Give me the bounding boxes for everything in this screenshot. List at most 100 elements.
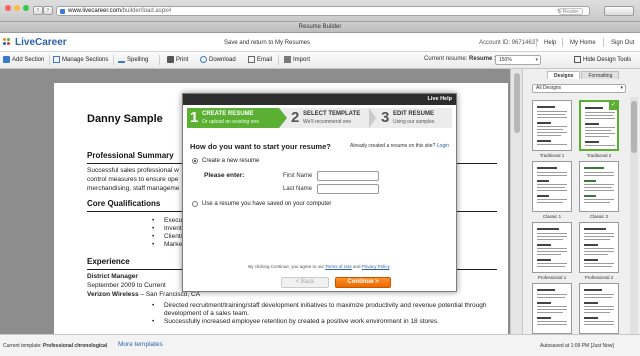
minimize-window-icon[interactable]: [14, 5, 20, 11]
save-return-link[interactable]: Save and return to My Resumes: [224, 40, 310, 46]
qualifications-heading[interactable]: Core Qualifications: [87, 199, 160, 208]
spelling-button[interactable]: Spelling: [118, 56, 148, 63]
experience-heading[interactable]: Experience: [87, 257, 130, 266]
template-caption: Classic 2: [589, 214, 609, 219]
create-new-label[interactable]: Create a new resume: [202, 158, 259, 164]
livecareer-logo[interactable]: LiveCareer: [3, 36, 67, 49]
job-bullet-continued[interactable]: development of a sales team.: [164, 310, 249, 317]
last-name-field[interactable]: [317, 184, 379, 194]
step-subtitle: We'll recommend one: [303, 119, 352, 125]
autosave-status: Autosaved at 1:09 PM [Just Now]: [540, 343, 614, 349]
sign-out-link[interactable]: Sign Out: [611, 40, 634, 46]
employer-location: – San Francisco, CA: [138, 291, 201, 298]
employer-line[interactable]: Verizon Wireless – San Francisco, CA: [87, 291, 200, 298]
template-thumbnail[interactable]: [579, 161, 619, 212]
first-name-field[interactable]: [317, 171, 379, 181]
template-thumbnail[interactable]: [579, 283, 619, 334]
step-create-resume: 1 CREATE RESUME Or upload an existing on…: [187, 108, 279, 128]
window-title: Resume Builder: [0, 22, 640, 33]
sidebar-toggle-button[interactable]: [604, 6, 634, 16]
employer-name: Verizon Wireless: [87, 291, 139, 298]
use-saved-radio[interactable]: [192, 201, 198, 207]
step-title: SELECT TEMPLATE: [303, 111, 361, 117]
current-resume-value: Resume 1: [469, 56, 498, 62]
scrollbar-thumb[interactable]: [631, 101, 637, 153]
scrollbar-thumb[interactable]: [514, 73, 520, 133]
back-button[interactable]: < Back: [281, 277, 329, 288]
site-icon: [60, 9, 65, 14]
chevron-down-icon: ▾: [620, 85, 623, 91]
template-caption: Classic 1: [542, 214, 562, 219]
job-bullet[interactable]: Directed recruitment/training/staff deve…: [152, 302, 487, 309]
template-thumbnail[interactable]: [579, 222, 619, 273]
address-bar[interactable]: www.livecareer.com/builder/load.aspx# ↻ …: [56, 6, 590, 16]
add-section-button[interactable]: Add Section: [3, 56, 44, 63]
privacy-link[interactable]: Privacy Policy: [362, 264, 390, 269]
status-bar: Current template: Professional chronolog…: [0, 334, 640, 356]
account-id: Account ID: 96714637: [479, 40, 539, 46]
download-button[interactable]: Download: [200, 56, 236, 63]
template-caption: Professional 1: [537, 275, 567, 280]
dialog-question: How do you want to start your resume?: [190, 142, 331, 151]
job-bullet[interactable]: Successfully increased employee retentio…: [152, 318, 439, 325]
list-icon: [53, 56, 60, 63]
url-text: www.livecareer.com/builder/load.aspx#: [68, 8, 172, 14]
my-home-link[interactable]: My Home: [570, 40, 596, 46]
resume-name[interactable]: Danny Sample: [87, 113, 163, 125]
continue-button[interactable]: Continue >: [335, 277, 391, 288]
design-panel-scrollbar[interactable]: [630, 97, 638, 334]
current-resume-label: Current resume: Resume 1: [424, 56, 498, 62]
job-dates[interactable]: September 2009 to Current: [87, 282, 166, 289]
template-thumbnail-selected[interactable]: ✓: [579, 100, 619, 151]
add-icon: [3, 56, 10, 63]
checkmark-icon: ✓: [609, 102, 617, 110]
print-button[interactable]: Print: [167, 56, 188, 63]
zoom-value: 150%: [499, 57, 512, 63]
template-thumbnail[interactable]: [532, 161, 572, 212]
please-enter-label: Please enter:: [204, 172, 245, 179]
app-header: LiveCareer Save and return to My Resumes…: [0, 33, 640, 52]
tab-formatting[interactable]: Formatting: [581, 71, 620, 79]
terms-link[interactable]: Terms of Use: [325, 264, 352, 269]
live-help-link[interactable]: Live Help: [428, 96, 452, 102]
import-button[interactable]: Import: [284, 56, 310, 63]
tab-designs[interactable]: Designs: [547, 71, 581, 79]
zoom-select[interactable]: 150% ▾: [495, 55, 541, 65]
printer-icon: [167, 56, 174, 63]
login-link[interactable]: Login: [437, 143, 449, 149]
email-button[interactable]: Email: [248, 56, 272, 63]
current-template-value: Professional chronological: [43, 343, 108, 349]
logo-dots-icon: [3, 37, 13, 48]
manage-sections-button[interactable]: Manage Sections: [53, 56, 108, 63]
summary-line[interactable]: merchandising, staff manageme: [87, 185, 179, 192]
template-thumbnail[interactable]: [532, 222, 572, 273]
more-templates-link[interactable]: More templates: [118, 341, 163, 348]
design-panel-tabs: Designs Formatting: [547, 71, 620, 79]
editor-toolbar: Add Section Manage Sections Spelling Pri…: [0, 52, 640, 69]
wizard-steps: 1 CREATE RESUME Or upload an existing on…: [187, 108, 452, 128]
design-filter-select[interactable]: All Designs ▾: [532, 84, 626, 93]
back-nav-icon[interactable]: ‹: [33, 6, 43, 15]
help-link[interactable]: Help: [544, 40, 556, 46]
envelope-icon: [248, 56, 255, 63]
template-thumbnail[interactable]: [532, 100, 572, 151]
summary-line[interactable]: Successful sales professional w: [87, 167, 179, 174]
use-saved-label[interactable]: Use a resume you have saved on your comp…: [202, 201, 331, 207]
create-new-radio[interactable]: [192, 158, 198, 164]
template-caption: Traditional 1: [539, 153, 565, 158]
template-thumbnail[interactable]: [532, 283, 572, 334]
step-subtitle: Or upload an existing one: [202, 119, 259, 125]
workspace-scrollbar[interactable]: [510, 69, 522, 334]
step-number: 3: [381, 109, 390, 126]
logo-text: LiveCareer: [15, 37, 67, 48]
zoom-window-icon[interactable]: [23, 5, 29, 11]
summary-heading[interactable]: Professional Summary: [87, 151, 174, 160]
last-name-label: Last Name: [283, 186, 313, 192]
job-title[interactable]: District Manager: [87, 273, 138, 280]
reader-button[interactable]: Reader: [558, 8, 583, 15]
forward-nav-icon[interactable]: ›: [43, 6, 53, 15]
summary-line[interactable]: control measures to ensure ope: [87, 176, 178, 183]
hide-design-tools-button[interactable]: Hide Design Tools: [574, 56, 631, 63]
close-window-icon[interactable]: [5, 5, 11, 11]
step-title: EDIT RESUME: [393, 111, 435, 117]
